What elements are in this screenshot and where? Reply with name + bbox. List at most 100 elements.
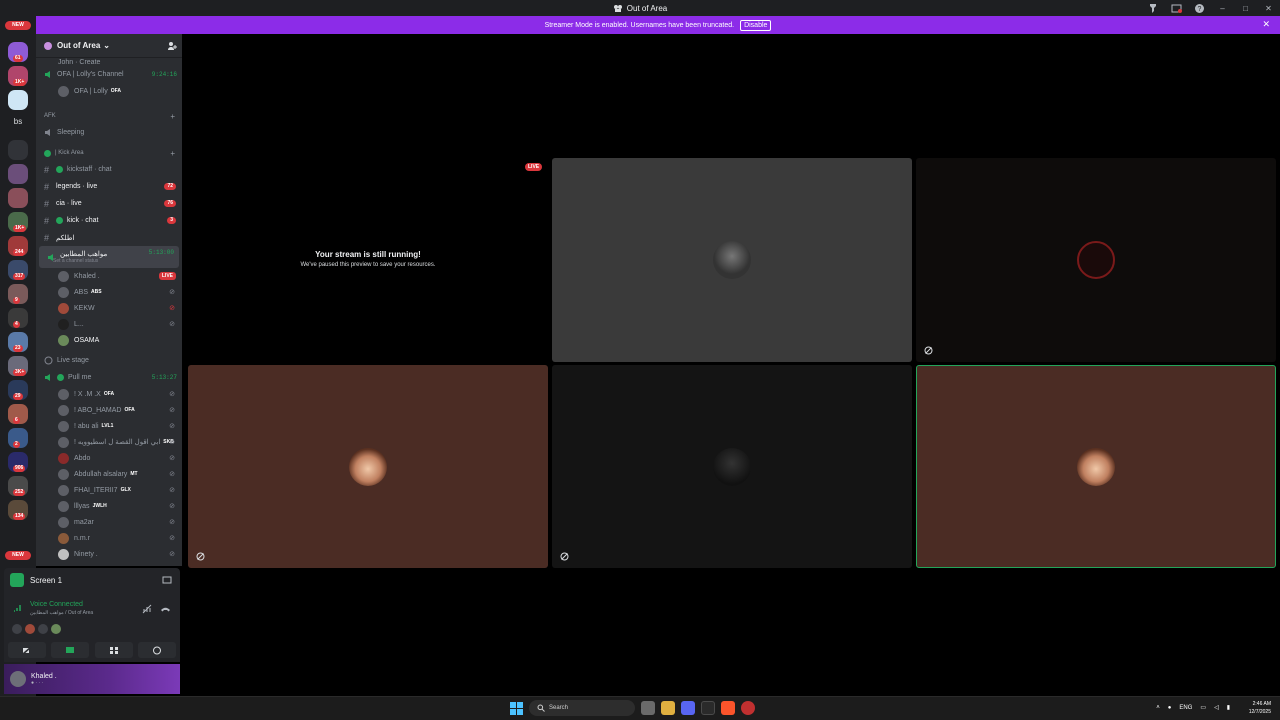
channel-timer: 9:24:16 <box>151 71 177 78</box>
voice-user[interactable]: L... ⊘ <box>36 316 182 332</box>
taskbar-search[interactable]: Search <box>529 700 635 716</box>
video-tile[interactable] <box>916 158 1276 362</box>
soundboard-button[interactable] <box>137 642 176 658</box>
xbox-icon[interactable] <box>701 701 715 715</box>
activity-icon[interactable] <box>12 624 22 634</box>
server-bs[interactable]: bs <box>8 112 28 132</box>
voice-channel-pull-me[interactable]: Pull me 5:13:27 <box>36 369 182 386</box>
screen-share-panel[interactable]: Screen 1 <box>4 568 180 592</box>
brave-icon[interactable] <box>721 701 735 715</box>
channel-status-input[interactable]: Set a channel status <box>53 258 98 264</box>
popout-icon[interactable] <box>162 575 172 585</box>
add-channel-icon[interactable]: + <box>170 149 175 158</box>
activity-icon[interactable] <box>25 624 35 634</box>
category-kick-area[interactable]: | Kick Area + <box>36 145 182 161</box>
avatar <box>58 516 69 528</box>
activity-icon[interactable] <box>51 624 61 634</box>
voice-user[interactable]: n.m.r ⊘ <box>36 530 182 546</box>
task-view-icon[interactable] <box>641 701 655 715</box>
live-badge: LIVE <box>158 272 176 280</box>
pin-icon[interactable] <box>1148 3 1159 14</box>
server-icon[interactable] <box>8 90 28 110</box>
voice-user[interactable]: Abdo ⊘ <box>36 450 182 466</box>
avatar <box>58 270 69 282</box>
video-tile[interactable] <box>552 158 912 362</box>
voice-user[interactable]: FHAI_ITERII7 GLX ⊘ <box>36 482 182 498</box>
minimize-button[interactable]: – <box>1211 0 1234 16</box>
invite-icon[interactable] <box>167 41 177 51</box>
guild-header[interactable]: Out of Area ⌄ <box>36 34 182 58</box>
window-title: Out of Area <box>626 3 668 13</box>
screen-label: Screen 1 <box>30 575 63 585</box>
voice-user[interactable]: ! X .M .X OFA ⊘ <box>36 386 182 402</box>
voice-channel-path[interactable]: مواهب المطابين / Out of Area <box>30 610 93 616</box>
maximize-button[interactable]: □ <box>1234 0 1257 16</box>
video-tile[interactable] <box>188 365 548 568</box>
unread-badge: 72 <box>164 183 176 190</box>
channel-name: مواهب المطابين <box>60 251 108 258</box>
voice-user[interactable]: OSAMA <box>36 332 182 348</box>
stage-channel-live[interactable]: Live stage <box>36 352 182 369</box>
start-icon[interactable] <box>510 701 523 715</box>
voice-user[interactable]: ! ابي اقول القصة ل اسطيوويه SKB ⊘ <box>36 434 182 450</box>
text-channel-arabic[interactable]: # اطلكم <box>36 229 182 246</box>
avatar <box>58 334 69 346</box>
clock[interactable]: 2:46 AM 12/7/2025 <box>1249 700 1271 716</box>
volume-icon[interactable]: ◁ <box>1214 704 1219 711</box>
voice-channel-active[interactable]: مواهب المطابين 5:13:00 Set a channel sta… <box>39 246 179 268</box>
hash-icon: # <box>44 181 50 192</box>
text-channel-legends[interactable]: # legends · live 72 <box>36 178 182 195</box>
voice-user[interactable]: ! ABO_HAMAD OFA ⊘ <box>36 402 182 418</box>
network-icon[interactable]: ▭ <box>1200 704 1206 711</box>
video-tile-speaking[interactable] <box>916 365 1276 568</box>
voice-user[interactable]: Abdullah alsalary MT ⊘ <box>36 466 182 482</box>
channel-name: John · Create <box>58 58 101 66</box>
language-indicator[interactable]: ENG <box>1179 705 1192 711</box>
microphone-icon[interactable]: ● <box>1168 705 1172 711</box>
noise-suppression-icon[interactable] <box>142 604 152 614</box>
deafened-icon: ⊘ <box>169 519 175 526</box>
chevron-up-icon[interactable]: ˄ <box>1156 705 1160 711</box>
activity-icon[interactable] <box>38 624 48 634</box>
text-channel-kickstaff[interactable]: # kickstaff · chat <box>36 161 182 178</box>
disconnect-icon[interactable] <box>160 604 171 614</box>
close-button[interactable]: ✕ <box>1257 0 1280 16</box>
file-explorer-icon[interactable] <box>661 701 675 715</box>
voice-user[interactable]: ! abu ali LVL1 ⊘ <box>36 418 182 434</box>
screen-share-button[interactable] <box>51 642 90 658</box>
app-icon[interactable] <box>741 701 755 715</box>
voice-user[interactable]: KEKW ⊘ <box>36 300 182 316</box>
signal-icon[interactable] <box>13 602 23 612</box>
camera-off-button[interactable] <box>8 642 46 658</box>
disable-streamer-mode-button[interactable]: Disable <box>740 19 772 31</box>
activities-button[interactable] <box>94 642 133 658</box>
server-icon[interactable] <box>8 188 28 208</box>
voice-channel-ofa[interactable]: OFA | Lolly's Channel 9:24:16 <box>36 66 182 83</box>
voice-user[interactable]: ma2ar ⊘ <box>36 514 182 530</box>
channel-name: legends · live <box>56 183 98 190</box>
video-tile[interactable] <box>552 365 912 568</box>
discord-icon[interactable] <box>681 701 695 715</box>
text-channel-kick-chat[interactable]: # kick · chat 3 <box>36 212 182 229</box>
server-folder-icon[interactable] <box>8 140 28 160</box>
voice-user[interactable]: Khaled . LIVE <box>36 268 182 284</box>
mention-badge: 134 <box>13 513 26 520</box>
add-channel-icon[interactable]: + <box>170 112 175 121</box>
text-channel-cia[interactable]: # cia · live 76 <box>36 195 182 212</box>
help-icon[interactable]: ? <box>1194 3 1205 14</box>
voice-user[interactable]: lllyas JWLH ⊘ <box>36 498 182 514</box>
inbox-icon[interactable] <box>1171 3 1182 14</box>
category-afk[interactable]: AFK + <box>36 108 182 124</box>
battery-icon[interactable]: ▮ <box>1227 704 1230 711</box>
voice-user[interactable]: ABS ABS ⊘ <box>36 284 182 300</box>
banner-close-icon[interactable]: ✕ <box>1262 19 1270 30</box>
server-icon[interactable] <box>8 164 28 184</box>
deafened-icon <box>560 552 569 561</box>
user-name: FHAI_ITERII7 <box>74 486 118 494</box>
user-name: KEKW <box>74 304 95 312</box>
voice-user[interactable]: Ninety . ⊘ <box>36 546 182 562</box>
user-info[interactable]: Khaled . ● · · · <box>31 673 57 686</box>
avatar[interactable] <box>10 671 26 687</box>
voice-user[interactable]: OFA | Lolly OFA <box>36 83 182 99</box>
voice-channel-sleeping[interactable]: Sleeping <box>36 124 182 141</box>
